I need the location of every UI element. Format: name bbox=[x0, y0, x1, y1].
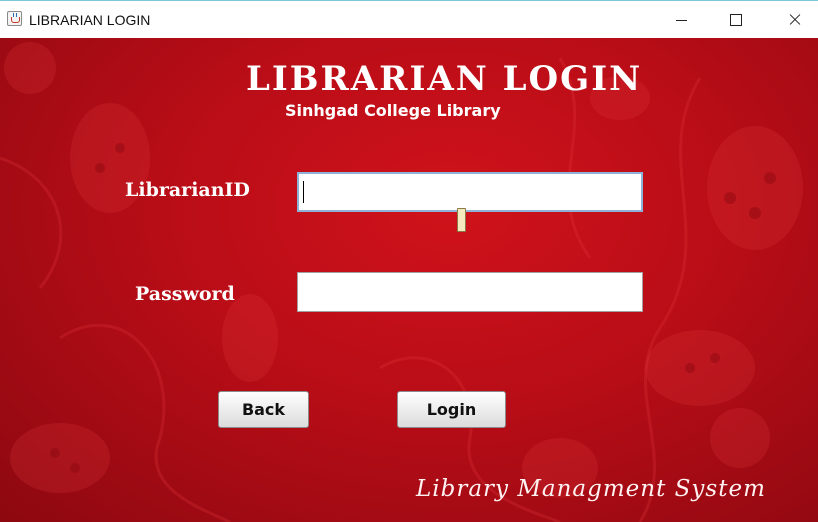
password-field[interactable] bbox=[297, 272, 643, 312]
window-title: LIBRARIAN LOGIN bbox=[29, 12, 151, 28]
maximize-icon[interactable] bbox=[713, 1, 759, 38]
page-title: LIBRARIAN LOGIN bbox=[246, 59, 643, 99]
login-button[interactable]: Login bbox=[397, 391, 506, 428]
text-caret bbox=[303, 181, 304, 203]
java-app-icon bbox=[7, 11, 22, 26]
minimize-icon[interactable] bbox=[658, 1, 704, 38]
close-icon[interactable] bbox=[772, 1, 818, 38]
back-button[interactable]: Back bbox=[218, 391, 309, 428]
login-panel: LIBRARIAN LOGIN Sinhgad College Library … bbox=[0, 38, 818, 522]
librarian-id-label: LibrarianID bbox=[125, 179, 250, 201]
librarian-id-field[interactable] bbox=[297, 172, 643, 212]
page-subtitle: Sinhgad College Library bbox=[285, 101, 501, 120]
window-title-bar: LIBRARIAN LOGIN bbox=[0, 0, 818, 38]
password-label: Password bbox=[135, 283, 235, 305]
drag-handle[interactable] bbox=[457, 208, 466, 232]
footer-signature: Library Managment System bbox=[416, 476, 766, 502]
